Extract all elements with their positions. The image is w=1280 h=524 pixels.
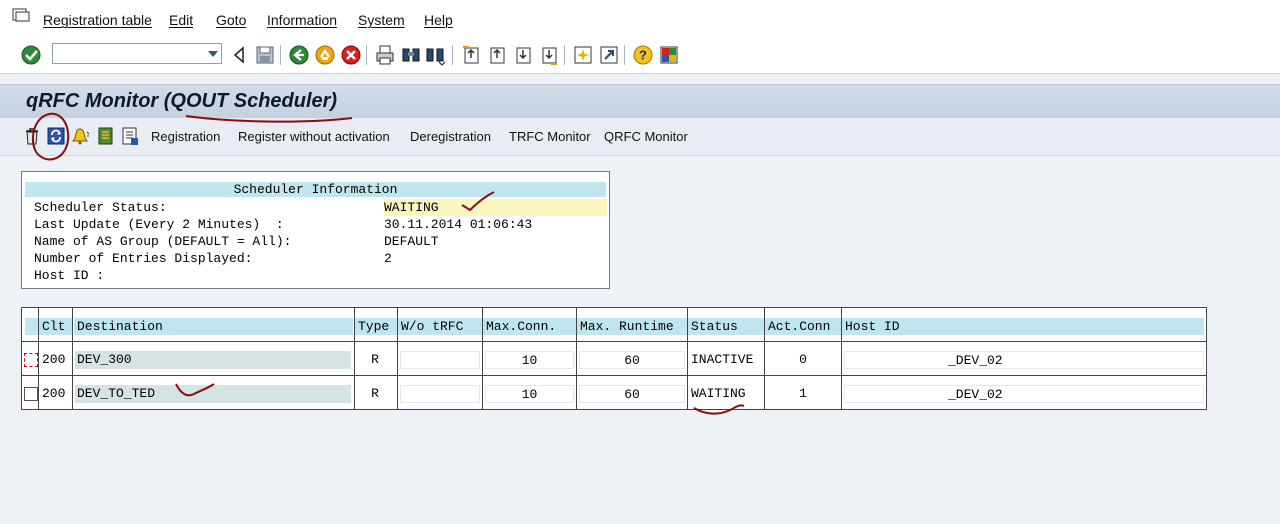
toolbar-separator: [564, 45, 565, 65]
toolbar-separator: [280, 45, 281, 65]
register-without-activation-button[interactable]: Register without activation: [238, 129, 390, 144]
grid-line: [576, 308, 577, 409]
row-1-clt: 200: [42, 352, 66, 367]
toolbar-separator: [624, 45, 625, 65]
svg-text:?: ?: [639, 48, 647, 63]
column-header-status[interactable]: Status: [688, 318, 764, 335]
entries-displayed-value: 2: [384, 251, 392, 266]
details-icon[interactable]: [120, 126, 140, 146]
as-group-label: Name of AS Group (DEFAULT = All):: [34, 234, 292, 249]
menu-help[interactable]: Help: [424, 12, 453, 28]
grid-line: [482, 308, 483, 409]
row-selector-checkbox[interactable]: [24, 387, 38, 401]
collapse-arrow-icon[interactable]: [228, 44, 250, 66]
menu-registration-table[interactable]: Registration table: [43, 12, 152, 28]
row-2-max-conn[interactable]: 10: [485, 385, 574, 403]
title-bar: qRFC Monitor (QOUT Scheduler): [0, 84, 1280, 118]
toolbar-separator: [452, 45, 453, 65]
layout-icon[interactable]: [658, 44, 680, 66]
menu-goto[interactable]: Goto: [216, 12, 246, 28]
standard-toolbar: ?: [0, 38, 1280, 74]
grid-line: [22, 375, 1206, 376]
first-page-icon[interactable]: [460, 44, 482, 66]
toolbar-separator: [366, 45, 367, 65]
row-1-act-conn: 0: [799, 352, 807, 367]
scheduler-status-value: WAITING: [384, 199, 607, 216]
last-update-label: Last Update (Every 2 Minutes) :: [34, 217, 284, 232]
column-header-max-runtime[interactable]: Max. Runtime: [577, 318, 687, 335]
row-2-max-runtime[interactable]: 60: [579, 385, 685, 403]
refresh-icon[interactable]: [46, 126, 66, 146]
scheduler-status-label: Scheduler Status:: [34, 200, 167, 215]
last-update-value: 30.11.2014 01:06:43: [384, 217, 533, 232]
application-toolbar: Registration Register without activation…: [0, 118, 1280, 156]
print-icon[interactable]: [374, 44, 396, 66]
row-1-destination[interactable]: DEV_300: [75, 351, 351, 369]
page-title: qRFC Monitor (QOUT Scheduler): [26, 90, 338, 112]
shortcut-icon[interactable]: [598, 44, 620, 66]
grid-line: [397, 308, 398, 409]
row-2-clt: 200: [42, 386, 66, 401]
registration-button[interactable]: Registration: [151, 129, 220, 144]
column-header-wo-trfc[interactable]: W/o tRFC: [398, 318, 482, 335]
find-icon[interactable]: [400, 44, 422, 66]
row-2-wo-trfc[interactable]: [400, 385, 480, 403]
row-2-status: WAITING: [691, 386, 746, 401]
chevron-down-icon[interactable]: [208, 51, 218, 57]
destination-table: Clt Destination Type W/o tRFC Max.Conn. …: [21, 307, 1207, 410]
row-1-type: R: [371, 352, 379, 367]
app-menu-icon[interactable]: [12, 8, 30, 22]
menu-edit[interactable]: Edit: [169, 12, 193, 28]
find-next-icon[interactable]: [424, 44, 446, 66]
help-icon[interactable]: ?: [632, 44, 654, 66]
column-header-clt[interactable]: Clt: [39, 318, 72, 335]
select-all-header[interactable]: [25, 318, 38, 335]
row-1-max-runtime[interactable]: 60: [579, 351, 685, 369]
previous-page-icon[interactable]: [486, 44, 508, 66]
menu-system[interactable]: System: [358, 12, 405, 28]
display-icon[interactable]: [96, 126, 116, 146]
grid-line: [764, 308, 765, 409]
alert-bell-icon[interactable]: [70, 126, 90, 146]
row-2-destination[interactable]: DEV_TO_TED: [75, 385, 351, 403]
grid-line: [72, 308, 73, 409]
grid-line: [841, 308, 842, 409]
row-2-type: R: [371, 386, 379, 401]
column-header-max-conn[interactable]: Max.Conn.: [483, 318, 576, 335]
menu-information[interactable]: Information: [267, 12, 337, 28]
new-session-icon[interactable]: [572, 44, 594, 66]
row-selector-checkbox[interactable]: [24, 353, 38, 367]
cancel-icon[interactable]: [340, 44, 362, 66]
delete-icon[interactable]: [22, 126, 42, 146]
next-page-icon[interactable]: [512, 44, 534, 66]
host-id-label: Host ID :: [34, 268, 105, 283]
entries-displayed-label: Number of Entries Displayed:: [34, 251, 253, 266]
trfc-monitor-button[interactable]: TRFC Monitor: [509, 129, 591, 144]
exit-icon[interactable]: [314, 44, 336, 66]
column-header-host-id[interactable]: Host ID: [842, 318, 1204, 335]
scheduler-information-box: Scheduler Information Scheduler Status: …: [21, 171, 610, 289]
row-1-host-id[interactable]: _DEV_02: [844, 351, 1204, 369]
command-field[interactable]: [52, 43, 222, 64]
row-1-status: INACTIVE: [691, 352, 754, 367]
deregistration-button[interactable]: Deregistration: [410, 129, 491, 144]
row-1-wo-trfc[interactable]: [400, 351, 480, 369]
qrfc-monitor-button[interactable]: QRFC Monitor: [604, 129, 688, 144]
column-header-destination[interactable]: Destination: [74, 318, 353, 335]
menu-bar: Registration table Edit Goto Information…: [0, 0, 1280, 38]
grid-line: [38, 308, 39, 409]
last-page-icon[interactable]: [538, 44, 560, 66]
back-icon[interactable]: [288, 44, 310, 66]
grid-line: [687, 308, 688, 409]
enter-check-icon[interactable]: [20, 44, 42, 66]
column-header-act-conn[interactable]: Act.Conn: [765, 318, 841, 335]
row-2-host-id[interactable]: _DEV_02: [844, 385, 1204, 403]
grid-line: [22, 341, 1206, 342]
row-2-act-conn: 1: [799, 386, 807, 401]
save-icon[interactable]: [254, 44, 276, 66]
scheduler-information-heading: Scheduler Information: [25, 182, 606, 197]
as-group-value: DEFAULT: [384, 234, 439, 249]
row-1-max-conn[interactable]: 10: [485, 351, 574, 369]
column-header-type[interactable]: Type: [355, 318, 397, 335]
